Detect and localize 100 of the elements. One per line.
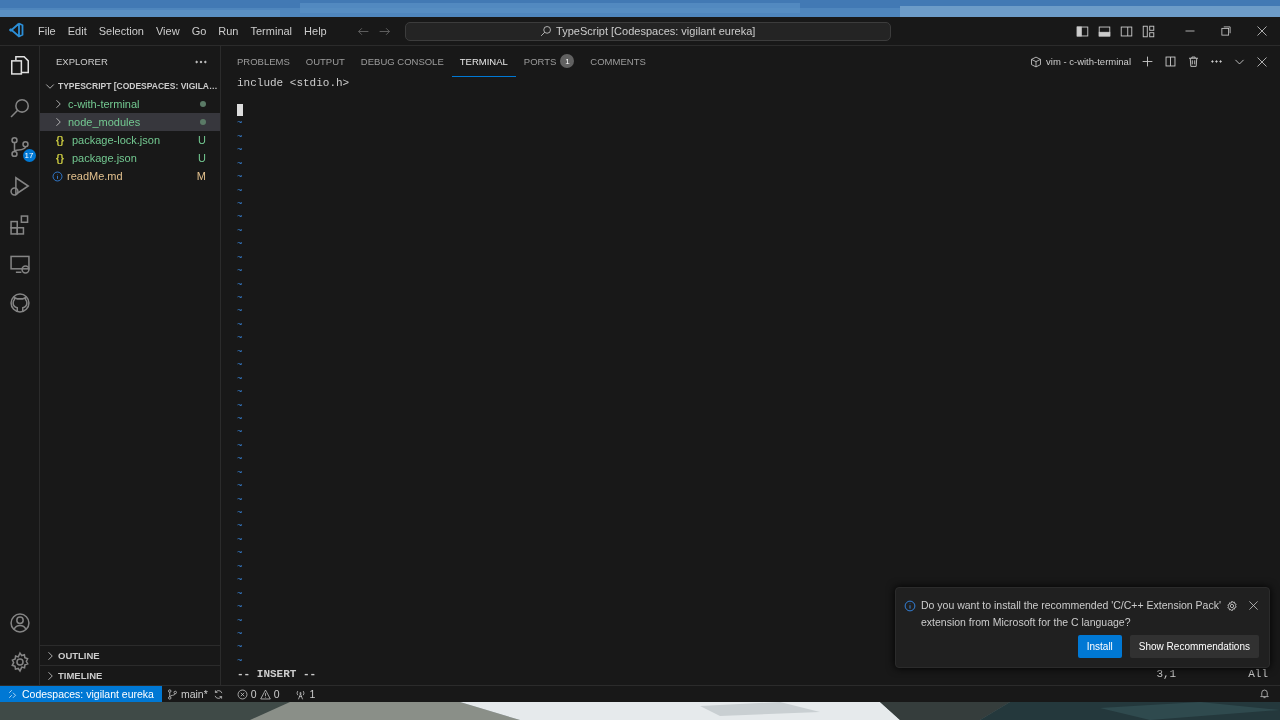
extensions-icon[interactable]: [8, 214, 31, 236]
count-badge: 1: [560, 54, 575, 68]
panel-tab[interactable]: DEBUG CONSOLE: [352, 46, 452, 77]
empty-line-marker: ~: [237, 413, 243, 424]
sync-icon[interactable]: [212, 688, 224, 700]
empty-line-marker: ~: [237, 602, 243, 613]
settings-icon[interactable]: [1226, 600, 1238, 612]
empty-line-marker: ~: [237, 467, 243, 478]
empty-line-marker: ~: [237, 561, 243, 572]
close-icon[interactable]: [1248, 600, 1259, 611]
section-header[interactable]: TIMELINE: [58, 670, 103, 681]
panel-tab[interactable]: TERMINAL: [451, 46, 516, 77]
empty-line-marker: ~: [237, 239, 243, 250]
file-tree-item[interactable]: {} package-lock.json U: [40, 131, 220, 149]
empty-line-marker: ~: [237, 548, 243, 559]
empty-line-marker: ~: [237, 266, 243, 277]
ports-indicator[interactable]: 1: [290, 688, 321, 700]
empty-line-marker: ~: [237, 628, 243, 639]
antenna-icon: [295, 688, 307, 700]
menu-item[interactable]: Run: [212, 22, 245, 40]
source-control-icon[interactable]: [8, 136, 31, 158]
search-icon: [540, 25, 553, 37]
file-tree-item[interactable]: c-with-terminal: [40, 95, 220, 113]
panel-tab[interactable]: PROBLEMS: [229, 46, 298, 77]
empty-line-marker: ~: [237, 185, 243, 196]
empty-line-marker: ~: [237, 440, 243, 451]
layout-icon[interactable]: [1142, 24, 1155, 38]
info-icon: [904, 600, 916, 612]
vim-mode: -- INSERT --: [237, 668, 317, 682]
menu-item[interactable]: Selection: [92, 22, 150, 40]
problems-indicator[interactable]: 0 0: [231, 688, 285, 700]
terminal-name[interactable]: vim - c-with-terminal: [1046, 56, 1131, 67]
menu-item[interactable]: Help: [298, 22, 333, 40]
empty-line-marker: ~: [237, 615, 243, 626]
menu-item[interactable]: Go: [185, 22, 213, 40]
remote-indicator[interactable]: Codespaces: vigilant eureka: [0, 685, 162, 703]
empty-line-marker: ~: [237, 145, 243, 156]
panel-tab[interactable]: COMMENTS: [582, 46, 654, 77]
new-terminal-icon[interactable]: [1141, 55, 1154, 68]
empty-line-marker: ~: [237, 346, 243, 357]
empty-line-marker: ~: [237, 319, 243, 330]
search-icon[interactable]: [8, 97, 31, 119]
status-dot-icon: [200, 101, 206, 107]
section-header[interactable]: OUTLINE: [58, 650, 100, 661]
install-button[interactable]: Install: [1077, 635, 1122, 658]
sidebar-title: EXPLORER: [56, 56, 108, 67]
remote-explorer-icon[interactable]: [8, 253, 31, 275]
empty-line-marker: ~: [237, 387, 243, 398]
branch-icon: [166, 688, 178, 700]
empty-line-marker: ~: [237, 118, 243, 129]
split-terminal-icon[interactable]: [1164, 55, 1177, 68]
empty-line-marker: ~: [237, 508, 243, 518]
toggle-sidebar-icon[interactable]: [1076, 24, 1089, 38]
empty-line-marker: ~: [237, 481, 243, 492]
bell-icon[interactable]: [1259, 687, 1270, 699]
empty-line-marker: ~: [237, 642, 243, 653]
empty-line-marker: ~: [237, 454, 243, 465]
toggle-secondary-sidebar-icon[interactable]: [1120, 24, 1133, 38]
settings-icon[interactable]: [8, 651, 31, 673]
octocat-icon[interactable]: [8, 292, 31, 314]
error-icon: [236, 688, 248, 700]
empty-line-marker: ~: [237, 172, 243, 183]
account-icon[interactable]: [8, 612, 31, 634]
show-recommendations-button[interactable]: Show Recommendations: [1129, 635, 1259, 658]
file-name: c-with-terminal: [68, 98, 140, 110]
panel-tab[interactable]: PORTS 1: [515, 46, 583, 77]
file-tree-item[interactable]: {} package.json U: [40, 149, 220, 167]
workspace-folder-header[interactable]: TYPESCRIPT [CODESPACES: VIGILA…: [58, 81, 218, 91]
trash-icon[interactable]: [1187, 55, 1200, 68]
menu-item[interactable]: Terminal: [244, 22, 299, 40]
close-icon[interactable]: [1256, 55, 1268, 68]
restore-icon[interactable]: [1220, 25, 1232, 37]
text-cursor: [237, 103, 243, 116]
remote-icon: [8, 689, 18, 699]
menu-item[interactable]: File: [32, 22, 62, 40]
run-debug-icon[interactable]: [8, 175, 31, 197]
scroll-position: All: [1248, 668, 1268, 682]
cursor-position: 3,1: [1156, 668, 1177, 682]
branch-indicator[interactable]: main*: [161, 688, 213, 700]
command-center[interactable]: TypeScript [Codespaces: vigilant eureka]: [404, 21, 891, 41]
empty-line-marker: ~: [237, 212, 243, 223]
menu-item[interactable]: View: [149, 22, 186, 40]
empty-line-marker: ~: [237, 198, 243, 209]
terminal-cube-icon: [1030, 55, 1042, 68]
file-name: node_modules: [68, 116, 141, 128]
empty-line-marker: ~: [237, 588, 243, 599]
file-name: package-lock.json: [72, 134, 161, 146]
empty-line-marker: ~: [237, 427, 243, 438]
panel-tab[interactable]: OUTPUT: [297, 46, 353, 77]
menu-item[interactable]: Edit: [61, 22, 93, 40]
close-icon[interactable]: [1256, 25, 1268, 37]
toggle-panel-icon[interactable]: [1098, 24, 1111, 38]
empty-line-marker: ~: [237, 534, 243, 545]
empty-line-marker: ~: [237, 521, 243, 532]
empty-line-marker: ~: [237, 400, 243, 411]
file-tree-item[interactable]: node_modules: [40, 113, 220, 131]
empty-line-marker: ~: [237, 494, 243, 505]
file-tree-item[interactable]: readMe.md M: [40, 167, 220, 185]
files-icon[interactable]: [8, 54, 31, 76]
empty-line-marker: ~: [237, 158, 243, 169]
